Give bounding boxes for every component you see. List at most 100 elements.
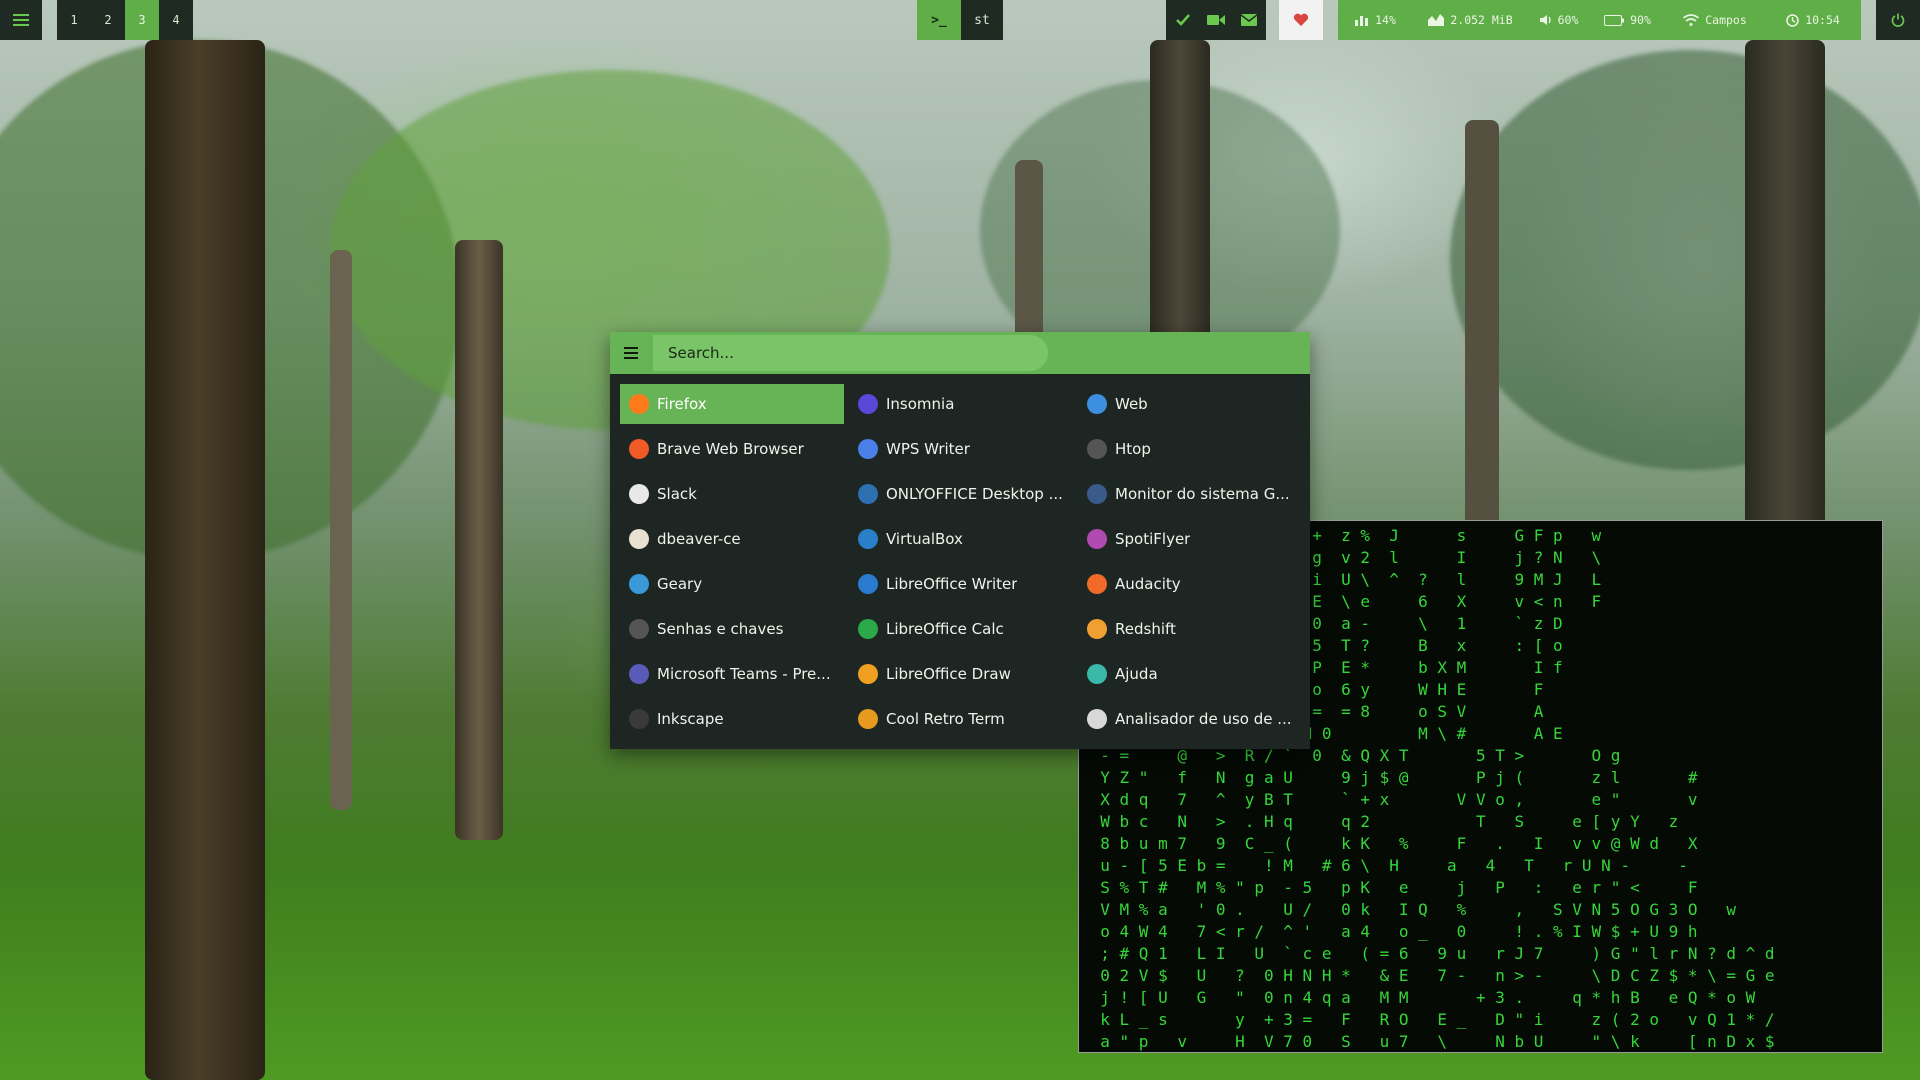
app-label: Microsoft Teams - Pre...	[657, 665, 831, 683]
app-label: Inkscape	[657, 710, 724, 728]
app-item[interactable]: Inkscape	[620, 699, 844, 739]
app-label: LibreOffice Writer	[886, 575, 1018, 593]
app-item[interactable]: dbeaver-ce	[620, 519, 844, 559]
brave-icon	[629, 439, 649, 459]
workspace-1[interactable]: 1	[57, 0, 91, 40]
app-label: SpotiFlyer	[1115, 530, 1191, 548]
terminal-line: S % T # M % " p - 5 p K e j P : e r " < …	[1081, 878, 1698, 897]
clock-widget[interactable]: 10:54	[1765, 0, 1861, 40]
terminal-task-button[interactable]: >_	[917, 0, 961, 40]
app-item[interactable]: LibreOffice Draw	[849, 654, 1073, 694]
app-label: Ajuda	[1115, 665, 1158, 683]
workspace-3[interactable]: 3	[125, 0, 159, 40]
terminal-line: 8 b u m 7 9 C _ ( k K % F . I v v @ W d …	[1081, 834, 1698, 853]
spotiflyer-icon	[1087, 529, 1107, 549]
app-item[interactable]: Senhas e chaves	[620, 609, 844, 649]
insomnia-icon	[858, 394, 878, 414]
disk-usage-icon	[1087, 709, 1107, 729]
app-item[interactable]: Web	[1078, 384, 1302, 424]
libreoffice-calc-icon	[858, 619, 878, 639]
app-item[interactable]: Ajuda	[1078, 654, 1302, 694]
app-label: Brave Web Browser	[657, 440, 804, 458]
launcher-menu-button[interactable]	[610, 332, 652, 374]
power-button[interactable]	[1876, 0, 1920, 40]
app-label: Audacity	[1115, 575, 1181, 593]
memory-widget[interactable]: 2.052 MiB	[1413, 0, 1528, 40]
volume-value: 60%	[1557, 13, 1579, 27]
libreoffice-draw-icon	[858, 664, 878, 684]
onlyoffice-icon	[858, 484, 878, 504]
web-icon	[1087, 394, 1107, 414]
app-item[interactable]: Insomnia	[849, 384, 1073, 424]
mail-button[interactable]	[1232, 0, 1266, 40]
terminal-line: V M % a ' 0 . U / 0 k I Q % , S V N 5 O …	[1081, 900, 1737, 919]
app-label: Web	[1115, 395, 1148, 413]
geary-icon	[629, 574, 649, 594]
app-label: LibreOffice Calc	[886, 620, 1004, 638]
app-item[interactable]: Htop	[1078, 429, 1302, 469]
terminal-line: W b c N > . H q q 2 T S e [ y Y z	[1081, 812, 1679, 831]
wallpaper-tree-trunk	[330, 250, 352, 810]
favorite-button[interactable]	[1279, 0, 1323, 40]
menu-icon	[13, 14, 29, 26]
system-monitor-icon	[1087, 484, 1107, 504]
wallpaper-tree-trunk	[145, 40, 265, 1080]
cpu-widget[interactable]: 14%	[1338, 0, 1413, 40]
app-label: Monitor do sistema G...	[1115, 485, 1290, 503]
wallpaper-tree-trunk	[455, 240, 503, 840]
app-item[interactable]: Cool Retro Term	[849, 699, 1073, 739]
task-st[interactable]: st	[961, 0, 1003, 40]
libreoffice-writer-icon	[858, 574, 878, 594]
app-item[interactable]: SpotiFlyer	[1078, 519, 1302, 559]
wps-writer-icon	[858, 439, 878, 459]
firefox-icon	[629, 394, 649, 414]
volume-icon	[1539, 15, 1551, 25]
slack-icon	[629, 484, 649, 504]
app-grid: Firefox Insomnia Web Brave Web Browser WPS W…	[620, 384, 1302, 744]
app-item[interactable]: Firefox	[620, 384, 844, 424]
app-label: Cool Retro Term	[886, 710, 1005, 728]
app-item[interactable]: LibreOffice Writer	[849, 564, 1073, 604]
app-label: Redshift	[1115, 620, 1176, 638]
check-icon	[1176, 14, 1190, 26]
app-item[interactable]: Geary	[620, 564, 844, 604]
app-item[interactable]: WPS Writer	[849, 429, 1073, 469]
terminal-line: ; # Q 1 L I U ` c e ( = 6 9 u r J 7 ) G …	[1081, 944, 1775, 963]
workspace-2[interactable]: 2	[91, 0, 125, 40]
terminal-icon: >_	[931, 12, 947, 28]
app-item[interactable]: LibreOffice Calc	[849, 609, 1073, 649]
app-label: Geary	[657, 575, 703, 593]
wifi-widget[interactable]: Campos	[1665, 0, 1765, 40]
tasks-check-button[interactable]	[1166, 0, 1200, 40]
battery-widget[interactable]: 90%	[1590, 0, 1665, 40]
app-item[interactable]: Brave Web Browser	[620, 429, 844, 469]
app-item[interactable]: Monitor do sistema G...	[1078, 474, 1302, 514]
app-item[interactable]: VirtualBox	[849, 519, 1073, 559]
wifi-icon	[1683, 14, 1700, 26]
app-label: Slack	[657, 485, 697, 503]
volume-widget[interactable]: 60%	[1528, 0, 1590, 40]
workspace-4[interactable]: 4	[159, 0, 193, 40]
terminal-line: Y Z " f N g a U 9 j $ @ P j ( z l #	[1081, 768, 1698, 787]
mail-icon	[1241, 14, 1257, 26]
heart-icon	[1293, 13, 1309, 26]
terminal-line: a " p v H V 7 0 S u 7 \ N b U " \ k [ n …	[1081, 1032, 1775, 1051]
menu-button[interactable]	[0, 0, 42, 40]
search-input[interactable]	[653, 335, 1048, 371]
app-item[interactable]: Microsoft Teams - Pre...	[620, 654, 844, 694]
teams-icon	[629, 664, 649, 684]
app-item[interactable]: Audacity	[1078, 564, 1302, 604]
terminal-line: X d q 7 ^ y B T ` + x V V o , e " v	[1081, 790, 1698, 809]
virtualbox-icon	[858, 529, 878, 549]
memory-icon	[1428, 14, 1445, 26]
launcher-header	[610, 332, 1310, 374]
app-item[interactable]: ONLYOFFICE Desktop ...	[849, 474, 1073, 514]
top-panel: 1 2 3 4 >_ st 14% 2.052 MiB 60% 90% Camp…	[0, 0, 1920, 40]
battery-value: 90%	[1630, 13, 1651, 27]
app-label: Insomnia	[886, 395, 955, 413]
app-item[interactable]: Analisador de uso de ...	[1078, 699, 1302, 739]
app-label: Htop	[1115, 440, 1151, 458]
app-item[interactable]: Redshift	[1078, 609, 1302, 649]
video-button[interactable]	[1200, 0, 1232, 40]
app-item[interactable]: Slack	[620, 474, 844, 514]
